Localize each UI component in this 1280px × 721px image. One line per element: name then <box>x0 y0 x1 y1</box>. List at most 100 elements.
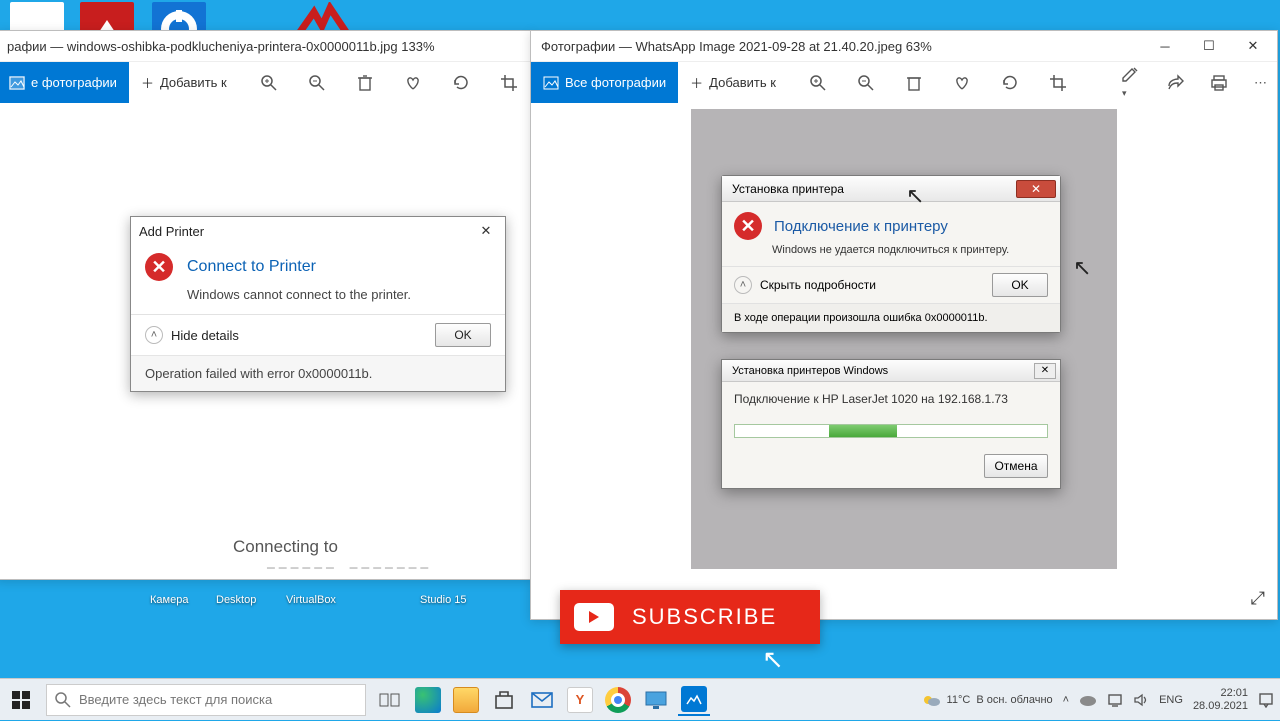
weather-temp: 11°C <box>947 694 971 706</box>
printer-install-dialog: Установка принтеров Windows ✕ Подключени… <box>721 359 1061 489</box>
desktop-label[interactable]: Камера <box>150 594 188 606</box>
zoom-out-icon[interactable] <box>856 73 876 93</box>
weather-widget[interactable]: 11°C В осн. облачно <box>921 691 1053 709</box>
monitor-icon[interactable] <box>640 684 672 716</box>
cursor-icon: ↖ <box>1073 255 1091 281</box>
ok-button[interactable]: OK <box>992 273 1048 297</box>
dialog-title: Установка принтеров Windows <box>732 365 888 377</box>
hide-details-label[interactable]: Скрыть подробности <box>760 278 876 292</box>
zoom-in-icon[interactable] <box>259 73 279 93</box>
install-message: Подключение к HP LaserJet 1020 на 192.16… <box>722 382 1060 414</box>
all-photos-button[interactable]: е фотографии <box>0 62 129 104</box>
edit-icon[interactable]: ▾ <box>1120 66 1140 99</box>
system-tray: 11°C В осн. облачно ˄ ENG 22:01 28.09.20… <box>921 687 1274 713</box>
edge-icon[interactable] <box>412 684 444 716</box>
desktop-label[interactable]: VirtualBox <box>286 594 336 606</box>
dialog-titlebar[interactable]: Установка принтера ✕ <box>722 176 1060 202</box>
close-icon[interactable]: ✕ <box>1034 363 1056 379</box>
network-icon[interactable] <box>1107 693 1123 707</box>
all-photos-button[interactable]: Все фотографии <box>531 62 678 104</box>
dialog-heading: Connect to Printer <box>187 258 316 276</box>
search-input[interactable]: Введите здесь текст для поиска <box>46 684 366 716</box>
subscribe-button[interactable]: SUBSCRIBE <box>560 590 820 644</box>
maximize-button[interactable]: ☐ <box>1187 31 1231 61</box>
titlebar[interactable]: рафии — windows-oshibka-podklucheniya-pr… <box>0 31 531 61</box>
crop-icon[interactable] <box>1048 73 1068 93</box>
share-icon[interactable] <box>1166 74 1184 92</box>
add-to-button[interactable]: ＋ Добавить к <box>678 62 788 104</box>
subscribe-label: SUBSCRIBE <box>632 604 777 630</box>
hide-details-label[interactable]: Hide details <box>171 328 239 343</box>
weather-text: В осн. облачно <box>976 694 1052 706</box>
dialog-titlebar[interactable]: Установка принтеров Windows ✕ <box>722 360 1060 382</box>
all-photos-label: Все фотографии <box>565 75 666 90</box>
close-icon[interactable]: ✕ <box>475 220 497 242</box>
add-to-button[interactable]: ＋ Добавить к <box>129 62 239 104</box>
rotate-icon[interactable] <box>1000 73 1020 93</box>
weather-icon <box>921 691 941 709</box>
cancel-button[interactable]: Отмена <box>984 454 1048 478</box>
error-icon: ✕ <box>145 253 173 281</box>
task-view-icon[interactable] <box>374 684 406 716</box>
toolbar: е фотографии ＋ Добавить к <box>0 61 531 103</box>
rotate-icon[interactable] <box>451 73 471 93</box>
photos-icon <box>543 76 559 90</box>
minimize-button[interactable]: ─ <box>1143 31 1187 61</box>
clock[interactable]: 22:01 28.09.2021 <box>1193 687 1248 713</box>
store-icon[interactable] <box>488 684 520 716</box>
notifications-icon[interactable] <box>1258 692 1274 708</box>
explorer-icon[interactable] <box>450 684 482 716</box>
ok-button[interactable]: OK <box>435 323 491 347</box>
desktop-label[interactable]: Studio 15 <box>420 594 466 606</box>
dialog-heading: Подключение к принтеру <box>774 218 948 235</box>
dialog-title: Установка принтера <box>732 182 844 196</box>
heart-icon[interactable] <box>952 73 972 93</box>
photos-window-right: Фотографии — WhatsApp Image 2021-09-28 a… <box>530 30 1278 620</box>
search-icon <box>55 692 71 708</box>
all-photos-label: е фотографии <box>31 75 117 90</box>
clock-time: 22:01 <box>1193 687 1248 700</box>
cursor-icon: ↖ <box>906 183 924 209</box>
desktop-label[interactable]: Desktop <box>216 594 256 606</box>
add-to-label: Добавить к <box>709 75 776 90</box>
more-icon[interactable]: ⋯ <box>1254 75 1269 91</box>
onedrive-icon[interactable] <box>1079 694 1097 706</box>
progress-bar <box>734 424 1048 438</box>
printer-error-dialog-ru: Установка принтера ✕ ✕ Подключение к при… <box>721 175 1061 333</box>
zoom-in-icon[interactable] <box>808 73 828 93</box>
dialog-message: Windows cannot connect to the printer. <box>131 283 505 314</box>
start-button[interactable] <box>0 679 42 721</box>
close-button[interactable]: ✕ <box>1231 31 1275 61</box>
plus-icon: ＋ <box>690 73 703 92</box>
crop-icon[interactable] <box>499 73 519 93</box>
mail-icon[interactable] <box>526 684 558 716</box>
dialog-footer: Operation failed with error 0x0000011b. <box>131 355 505 391</box>
taskbar: Введите здесь текст для поиска Y 11°C В … <box>0 678 1280 720</box>
heart-icon[interactable] <box>403 73 423 93</box>
titlebar[interactable]: Фотографии — WhatsApp Image 2021-09-28 a… <box>531 31 1277 61</box>
close-icon[interactable]: ✕ <box>1016 180 1056 198</box>
dialog-titlebar[interactable]: Add Printer ✕ <box>131 217 505 245</box>
fullscreen-icon[interactable]: ⤢ <box>1251 588 1265 609</box>
volume-icon[interactable] <box>1133 693 1149 707</box>
add-printer-dialog: Add Printer ✕ ✕ Connect to Printer Windo… <box>130 216 506 392</box>
clock-date: 28.09.2021 <box>1193 700 1248 713</box>
dialog-message: Windows не удается подключиться к принте… <box>722 244 1060 266</box>
photos-icon <box>9 76 25 90</box>
delete-icon[interactable] <box>355 73 375 93</box>
photos-app-icon[interactable] <box>678 684 710 716</box>
connecting-text: Connecting to <box>233 537 338 557</box>
plus-icon: ＋ <box>141 73 154 92</box>
search-placeholder: Введите здесь текст для поиска <box>79 692 272 707</box>
toolbar: Все фотографии ＋ Добавить к ▾ ⋯ <box>531 61 1277 103</box>
tray-chevron-icon[interactable]: ˄ <box>1063 694 1069 706</box>
print-icon[interactable] <box>1210 74 1228 92</box>
zoom-out-icon[interactable] <box>307 73 327 93</box>
yandex-icon[interactable]: Y <box>564 684 596 716</box>
language-indicator[interactable]: ENG <box>1159 694 1183 706</box>
chevron-up-icon[interactable]: ˄ <box>734 276 752 294</box>
delete-icon[interactable] <box>904 73 924 93</box>
cursor-icon: ↖ <box>762 644 784 675</box>
chevron-up-icon[interactable]: ˄ <box>145 326 163 344</box>
chrome-icon[interactable] <box>602 684 634 716</box>
